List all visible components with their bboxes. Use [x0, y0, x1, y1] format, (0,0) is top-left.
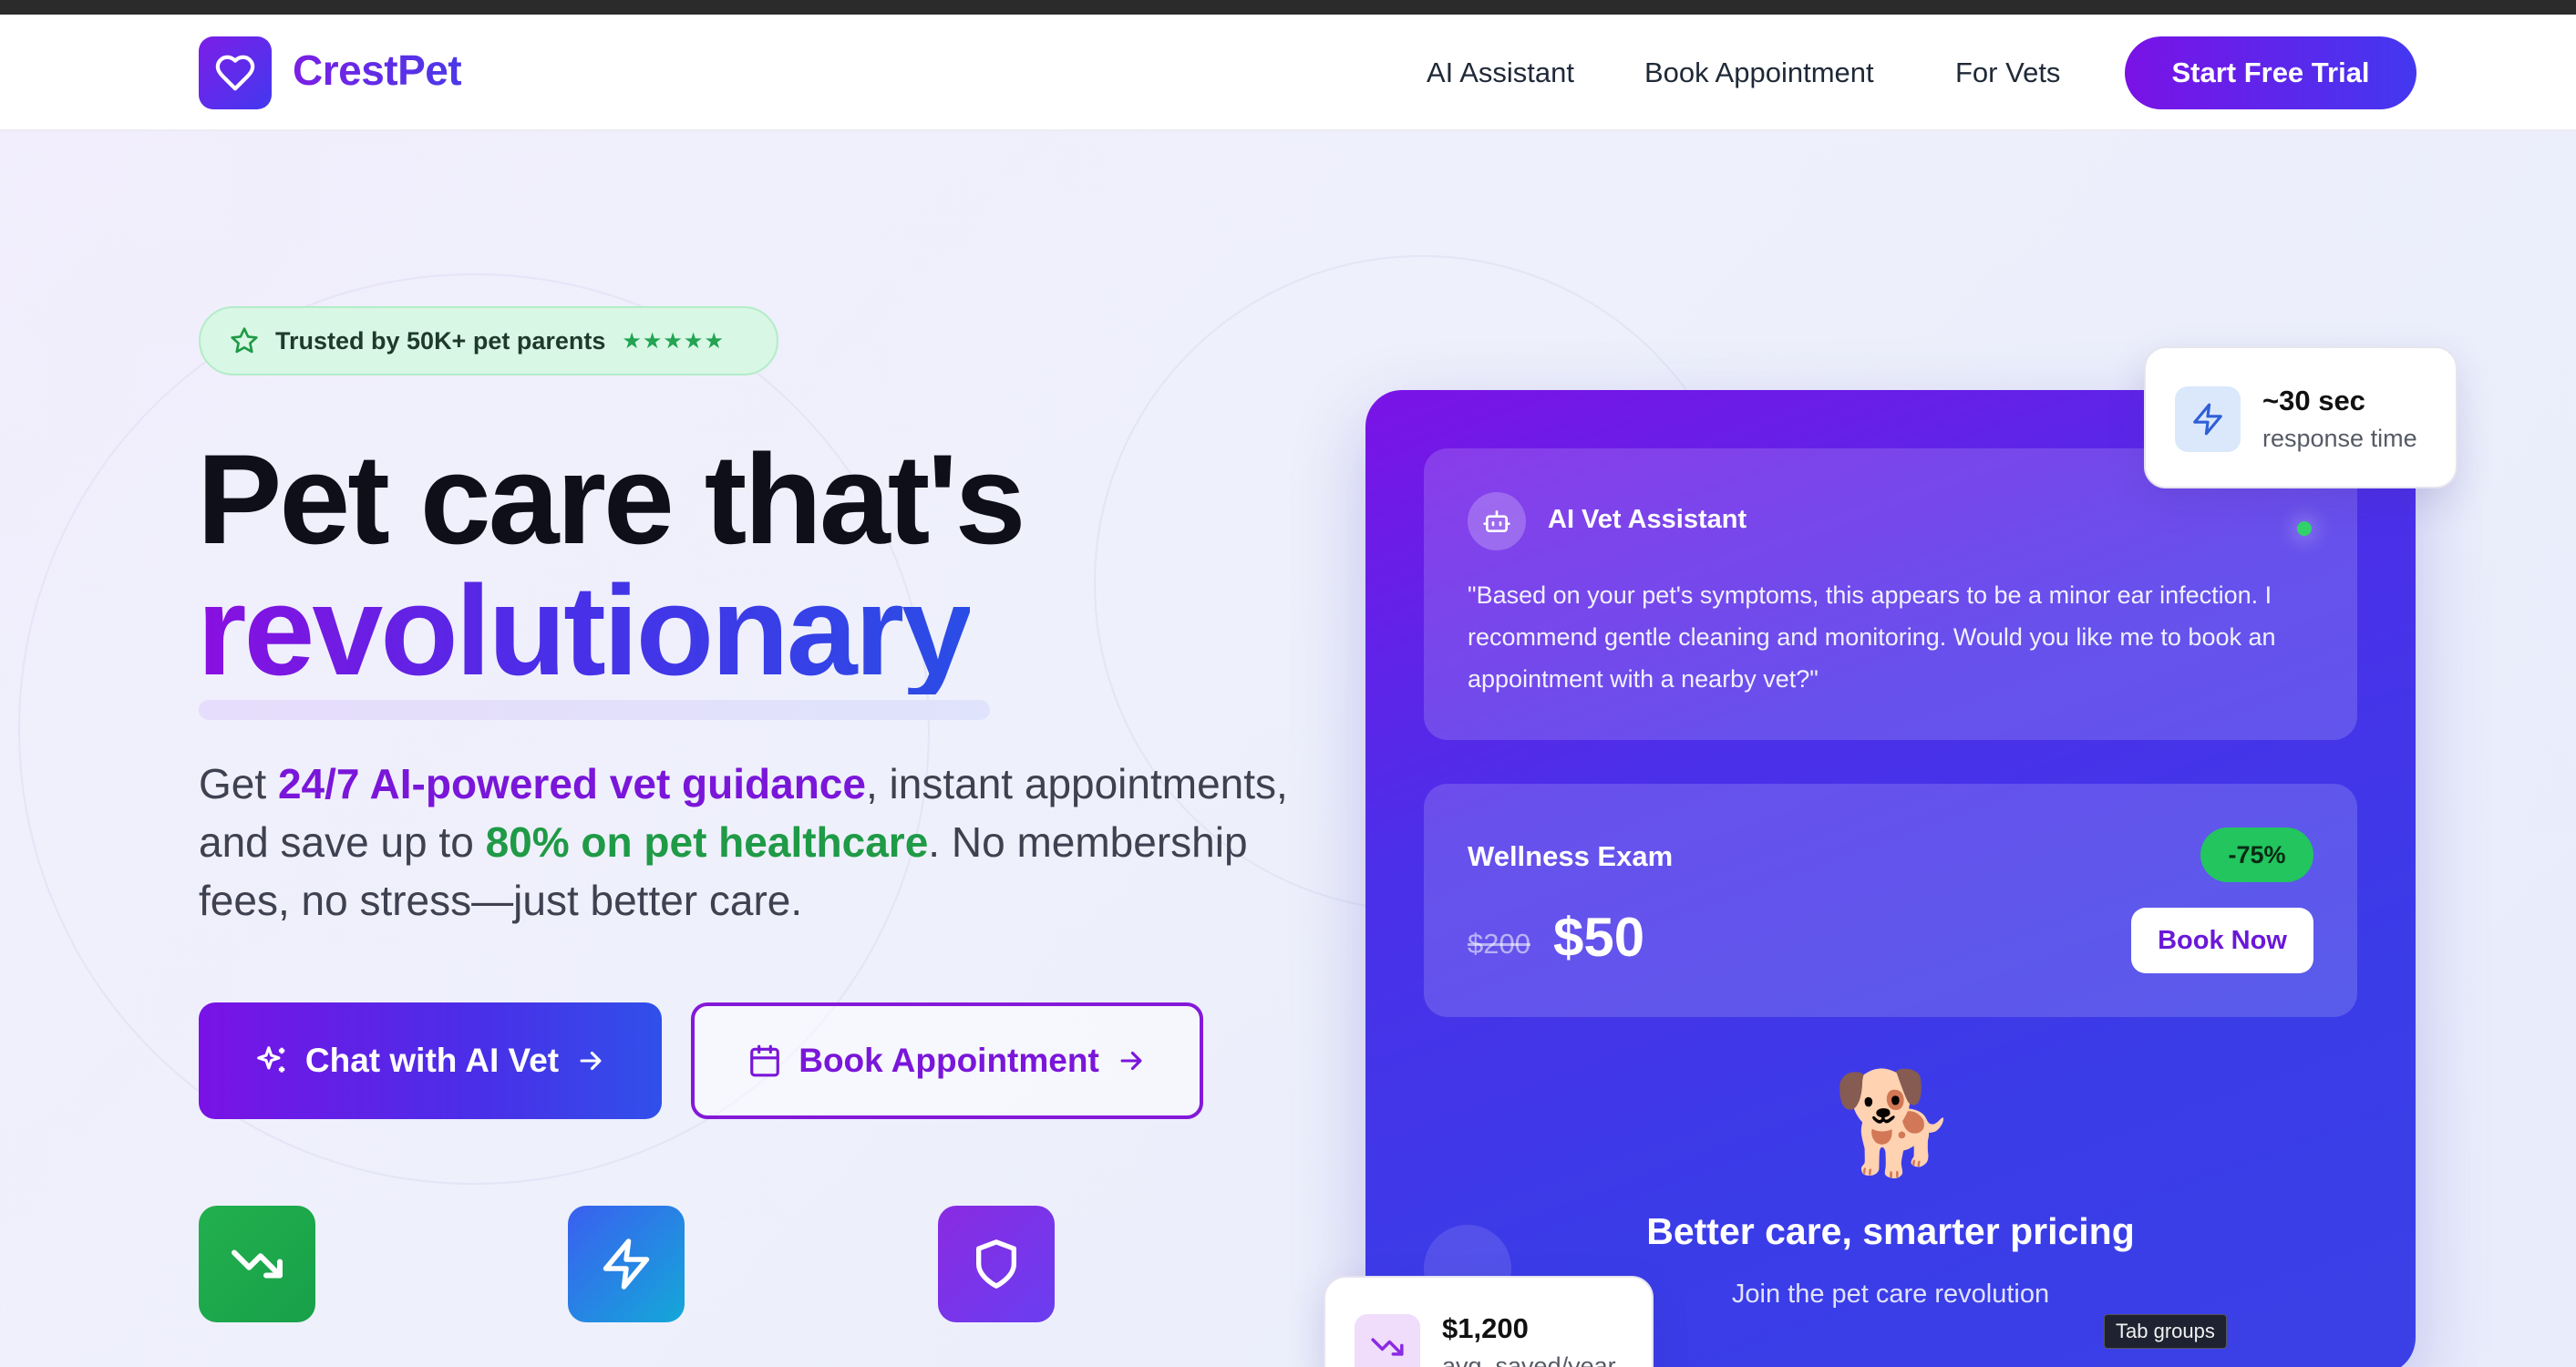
highlight-savings: 80% on pet healthcare: [485, 818, 929, 866]
response-icon-tile: [2175, 386, 2241, 452]
hero-title-line2: revolutionary: [197, 559, 973, 702]
nav-link-for-vets[interactable]: For Vets: [1955, 57, 2060, 89]
bot-icon: [1483, 510, 1510, 532]
hero-preview-card: AI Vet Assistant "Based on your pet's sy…: [1365, 390, 2416, 1367]
savings-card: $1,200 avg. saved/year: [1324, 1276, 1654, 1367]
savings-value: $1,200: [1442, 1312, 1529, 1344]
hero-subtext: Get 24/7 AI-powered vet guidance, instan…: [199, 755, 1293, 930]
start-free-trial-button[interactable]: Start Free Trial: [2125, 36, 2416, 109]
heart-icon: [215, 55, 255, 91]
savings-label: avg. saved/year: [1442, 1352, 1616, 1367]
top-navbar: CrestPet AI Assistant Book Appointment F…: [0, 15, 2576, 131]
chat-button-label: Chat with AI Vet: [304, 1042, 560, 1079]
response-time-label: response time: [2262, 425, 2417, 452]
sparkles-icon: [257, 1046, 285, 1073]
chat-message: "Based on your pet's symptoms, this appe…: [1468, 581, 2276, 693]
trust-badge: Trusted by 50K+ pet parents ★★★★★: [199, 306, 778, 375]
nav-link-ai-assistant[interactable]: AI Assistant: [1427, 57, 1574, 89]
calendar-icon: [750, 1044, 780, 1077]
online-status-dot: [2297, 521, 2312, 536]
arrow-right-icon: [580, 1051, 602, 1071]
original-price: $200: [1468, 928, 1530, 960]
book-button-label: Book Appointment: [799, 1042, 1099, 1079]
chat-title: AI Vet Assistant: [1548, 505, 1747, 534]
brand-name[interactable]: CrestPet: [293, 46, 462, 95]
dog-emoji: 🐕: [1832, 1067, 1957, 1179]
highlight-ai-guidance: 24/7 AI-powered vet guidance: [277, 760, 866, 807]
trending-down-icon: [232, 1249, 283, 1279]
response-time-card: ~30 sec response time: [2144, 346, 2458, 488]
arrow-right-icon: [1120, 1051, 1142, 1071]
hero-title-line1: Pet care that's: [197, 427, 1025, 570]
ai-chat-preview: AI Vet Assistant "Based on your pet's sy…: [1424, 448, 2357, 740]
response-time-value: ~30 sec: [2262, 385, 2365, 416]
nav-link-book-appointment[interactable]: Book Appointment: [1644, 57, 1874, 89]
card-tagline: Better care, smarter pricing: [1646, 1210, 2135, 1252]
subtext-part: Get: [199, 760, 278, 807]
logo-mark[interactable]: [199, 36, 272, 109]
service-title: Wellness Exam: [1468, 840, 1674, 872]
feature-savings-tile: [199, 1206, 315, 1322]
browser-top-strip: [0, 0, 2576, 15]
feature-security-tile: [938, 1206, 1055, 1322]
discounted-price: $50: [1553, 907, 1645, 968]
bot-avatar: [1468, 492, 1526, 550]
shield-icon: [976, 1239, 1016, 1289]
book-appointment-button[interactable]: Book Appointment: [691, 1002, 1203, 1119]
zap-icon: [603, 1239, 650, 1290]
chat-with-ai-vet-button[interactable]: Chat with AI Vet: [199, 1002, 662, 1119]
tab-groups-tooltip: Tab groups: [2104, 1314, 2227, 1349]
trending-down-icon: [1371, 1338, 1404, 1356]
book-now-button[interactable]: Book Now: [2131, 908, 2313, 973]
title-underline: [199, 700, 990, 720]
discount-badge: -75%: [2200, 827, 2313, 882]
pricing-preview: Wellness Exam -75% $200 $50 Book Now: [1424, 784, 2357, 1017]
star-outline-icon: [231, 327, 258, 354]
zap-icon: [2193, 403, 2222, 436]
trust-badge-text: Trusted by 50K+ pet parents: [275, 326, 606, 355]
savings-icon-tile: [1355, 1314, 1420, 1367]
feature-speed-tile: [568, 1206, 685, 1322]
rating-stars: ★★★★★: [622, 328, 725, 354]
